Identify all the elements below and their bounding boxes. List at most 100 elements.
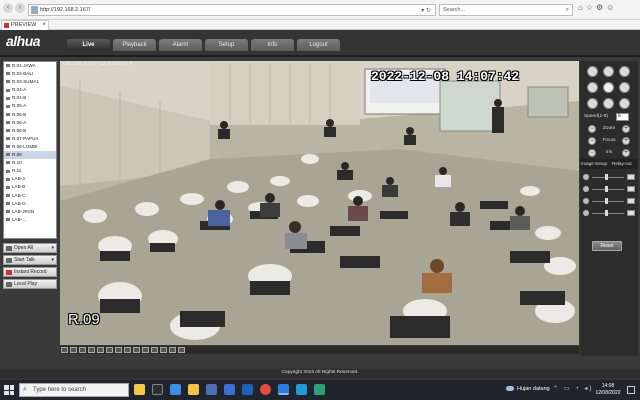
ptz-down-icon[interactable] xyxy=(603,98,614,109)
video-tool-icon[interactable] xyxy=(151,347,158,353)
channel-list[interactable]: R.01-JAWA R.02-BALI R.03-SUMA1 R.04-A R.04-B… xyxy=(3,61,57,239)
focus-plus-icon[interactable]: + xyxy=(622,137,630,145)
weather-widget[interactable]: Hujan datang xyxy=(506,386,550,392)
video-tool-icon[interactable] xyxy=(115,347,122,353)
start-talk-button[interactable]: Start Talk ▾ xyxy=(3,255,57,265)
channel-item[interactable]: R.04-B xyxy=(4,94,56,102)
channel-item[interactable]: LAB-D xyxy=(4,200,56,208)
ptz-right-icon[interactable] xyxy=(619,82,630,93)
ptz-down-left-icon[interactable] xyxy=(587,98,598,109)
video-tool-icon[interactable] xyxy=(79,347,86,353)
video-tool-icon[interactable] xyxy=(133,347,140,353)
channel-item[interactable]: R.02-BALI xyxy=(4,70,56,78)
channel-item[interactable]: R.01-JAWA xyxy=(4,62,56,70)
browser-tab[interactable]: PREVIEW × xyxy=(1,20,49,30)
store-icon[interactable] xyxy=(206,384,217,395)
browser-tool-icons[interactable]: ⌂☆⚙☺ xyxy=(578,3,638,12)
word-icon[interactable] xyxy=(242,384,253,395)
channel-item[interactable]: LAB-JRSN xyxy=(4,208,56,216)
windows-start-icon[interactable] xyxy=(4,385,14,395)
contrast-slider[interactable] xyxy=(583,185,635,193)
tab-setup[interactable]: Setup xyxy=(205,39,248,51)
image-setup-tab[interactable]: Image Setup xyxy=(581,159,607,169)
camera-icon xyxy=(6,193,10,197)
iris-plus-icon[interactable]: + xyxy=(622,149,630,157)
refresh-icon[interactable]: ▾ ↻ xyxy=(421,6,431,16)
video-view[interactable]: 192.168.2.167_12_9236bps_M 2022-12-08 14… xyxy=(60,61,579,345)
chrome-icon[interactable] xyxy=(260,384,271,395)
edge-icon[interactable] xyxy=(170,384,181,395)
video-tool-icon[interactable] xyxy=(178,347,185,353)
cortana-icon[interactable] xyxy=(134,384,145,395)
ptz-up-left-icon[interactable] xyxy=(587,66,598,77)
channel-item[interactable]: R.06-B xyxy=(4,127,56,135)
local-play-button[interactable]: Local Play xyxy=(3,279,57,289)
video-tool-icon[interactable] xyxy=(97,347,104,353)
task-view-icon[interactable] xyxy=(152,384,163,395)
taskbar: ⌕ Type here to search Hujan datang ⌃ ▭ ◔… xyxy=(0,380,640,400)
app2-icon[interactable] xyxy=(314,384,325,395)
channel-item[interactable]: R.05-A xyxy=(4,102,56,110)
instant-record-button[interactable]: Instant Record xyxy=(3,267,57,277)
zoom-in-icon[interactable]: + xyxy=(622,125,630,133)
iris-minus-icon[interactable]: − xyxy=(588,149,596,157)
channel-item[interactable]: LAB-A xyxy=(4,175,56,183)
tab-alarm[interactable]: Alarm xyxy=(159,39,202,51)
notification-icon[interactable] xyxy=(627,386,635,394)
channel-item[interactable]: LAB-C xyxy=(4,192,56,200)
video-tool-icon[interactable] xyxy=(142,347,149,353)
tab-live[interactable]: Live xyxy=(67,39,110,51)
channel-item[interactable]: LAB-B xyxy=(4,183,56,191)
channel-item[interactable]: LAB-... xyxy=(4,216,56,224)
channel-item[interactable]: R.05-B xyxy=(4,111,56,119)
browser-search-input[interactable]: Search... ⌕ xyxy=(439,4,573,16)
chevron-down-icon[interactable]: ▾ xyxy=(51,256,54,264)
ptz-center-icon[interactable] xyxy=(603,82,614,93)
taskbar-search-input[interactable]: ⌕ Type here to search xyxy=(19,383,129,397)
speed-select[interactable]: 5 xyxy=(616,113,629,121)
tab-info[interactable]: Info xyxy=(251,39,294,51)
ptz-down-right-icon[interactable] xyxy=(619,98,630,109)
channel-item[interactable]: R.09 xyxy=(4,151,56,160)
video-tool-icon[interactable] xyxy=(61,347,68,353)
video-tool-icon[interactable] xyxy=(124,347,131,353)
back-icon[interactable]: ‹ xyxy=(3,3,13,13)
open-all-button[interactable]: Open All ▾ xyxy=(3,243,57,253)
taskbar-clock[interactable]: 14:08 12/08/2022 xyxy=(593,383,623,397)
forward-icon[interactable]: › xyxy=(15,3,25,13)
mail-icon[interactable] xyxy=(224,384,235,395)
video-tool-icon[interactable] xyxy=(160,347,167,353)
internet-explorer-icon[interactable] xyxy=(278,384,289,395)
file-explorer-icon[interactable] xyxy=(188,384,199,395)
video-tool-icon[interactable] xyxy=(169,347,176,353)
ptz-up-right-icon[interactable] xyxy=(619,66,630,77)
focus-minus-icon[interactable]: − xyxy=(588,137,596,145)
search-icon[interactable]: ⌕ xyxy=(566,5,569,15)
video-tool-icon[interactable] xyxy=(106,347,113,353)
channel-item[interactable]: R.04-A xyxy=(4,86,56,94)
hue-slider[interactable] xyxy=(583,209,635,217)
brightness-slider[interactable] xyxy=(583,173,635,181)
tab-logout[interactable]: Logout xyxy=(297,39,340,51)
ptz-left-icon[interactable] xyxy=(587,82,598,93)
relay-out-tab[interactable]: Relay-out xyxy=(612,159,632,169)
channel-item[interactable]: R.10 xyxy=(4,159,56,167)
app-icon[interactable] xyxy=(296,384,307,395)
reset-button[interactable]: Reset xyxy=(592,241,622,251)
channel-item[interactable]: R.11 xyxy=(4,167,56,175)
saturation-slider[interactable] xyxy=(583,197,635,205)
ptz-up-icon[interactable] xyxy=(603,66,614,77)
address-bar[interactable]: http://192.168.2.167/ ▾ ↻ xyxy=(28,4,436,16)
channel-item[interactable]: R.07-PAPUA xyxy=(4,135,56,143)
channel-item[interactable]: R.06-A xyxy=(4,119,56,127)
tab-playback[interactable]: Playback xyxy=(113,39,156,51)
tray-icons[interactable]: ⌃ ▭ ◔ ◂) xyxy=(553,385,593,392)
video-tool-icon[interactable] xyxy=(70,347,77,353)
channel-item[interactable]: R.08-LOMBI xyxy=(4,143,56,151)
channel-item[interactable]: R.03-SUMA1 xyxy=(4,78,56,86)
channel-label: R.04-A xyxy=(12,87,27,93)
close-tab-icon[interactable]: × xyxy=(42,21,46,30)
chevron-down-icon[interactable]: ▾ xyxy=(51,244,54,252)
video-tool-icon[interactable] xyxy=(88,347,95,353)
zoom-out-icon[interactable]: − xyxy=(588,125,596,133)
